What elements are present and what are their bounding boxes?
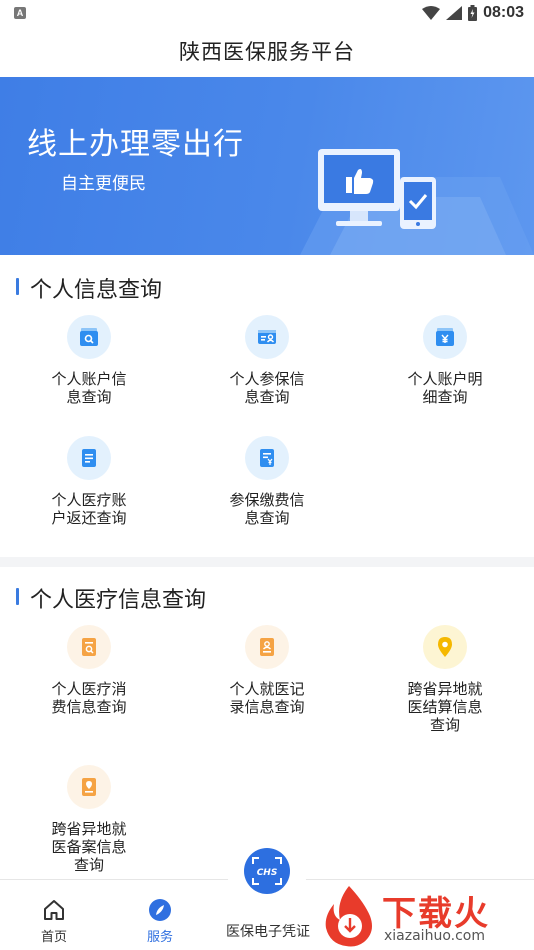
nav-home[interactable]: 首页	[4, 880, 104, 945]
receipt-search-icon	[67, 625, 111, 669]
location-document-icon	[67, 765, 111, 809]
chs-scan-icon: CHS	[252, 857, 282, 885]
nav-ecertificate-label[interactable]: 医保电子凭证	[218, 921, 318, 941]
section-accent-bar	[16, 278, 19, 295]
grid-item-label: 跨省异地就 医结算信息 查询	[407, 681, 483, 734]
compass-icon	[148, 898, 172, 922]
center-badge-text: CHS	[257, 868, 278, 878]
banner-subtitle: 自主更便民	[61, 174, 146, 193]
section-divider	[0, 557, 534, 567]
promo-banner[interactable]: 线上办理零出行 自主更便民	[0, 77, 534, 255]
grid-item-label: 参保缴费信 息查询	[229, 492, 305, 527]
signal-icon	[446, 6, 463, 20]
grid-item-account-info[interactable]: 个人账户信 息查询	[0, 315, 178, 407]
grid-item-account-detail[interactable]: 个人账户明 细查询	[356, 315, 534, 407]
flame-logo-icon	[325, 886, 372, 947]
grid-item-cross-province-filing[interactable]: 跨省异地就 医备案信息 查询	[0, 765, 178, 875]
grid-item-insurance-info[interactable]: 个人参保信 息查询	[178, 315, 356, 407]
document-list-icon	[67, 436, 111, 480]
watermark-logo: 下载火 xiazaihuo.com	[318, 880, 534, 950]
grid-item-visit-records[interactable]: 个人就医记 录信息查询	[178, 625, 356, 717]
grid-item-label: 个人医疗消 费信息查询	[51, 681, 127, 716]
status-time: 08:03	[483, 4, 524, 21]
battery-icon	[468, 5, 478, 21]
nav-home-label: 首页	[40, 929, 67, 944]
page-title: 陕西医保服务平台	[179, 41, 355, 64]
section-accent-bar	[16, 588, 19, 605]
section-medical-info-header: 个人医疗信息查询	[0, 576, 534, 616]
nav-service[interactable]: 服务	[110, 880, 210, 945]
grid-item-account-refund[interactable]: 个人医疗账 户返还查询	[0, 436, 178, 528]
grid-item-label: 跨省异地就 医备案信息 查询	[51, 821, 127, 874]
nav-service-label: 服务	[146, 929, 173, 944]
grid-item-medical-expense[interactable]: 个人医疗消 费信息查询	[0, 625, 178, 717]
id-card-icon	[245, 315, 289, 359]
watermark-url: xiazaihuo.com	[384, 928, 485, 944]
notification-icon: A	[14, 7, 26, 19]
status-bar: A 08:03	[0, 0, 534, 28]
grid-item-label: 个人账户明 细查询	[407, 371, 483, 406]
wifi-icon	[422, 6, 441, 20]
grid-item-label: 个人参保信 息查询	[229, 371, 305, 406]
wallet-search-icon	[67, 315, 111, 359]
grid-item-label: 个人账户信 息查询	[51, 371, 127, 406]
grid-item-cross-province-settlement[interactable]: 跨省异地就 医结算信息 查询	[356, 625, 534, 735]
grid-item-payment-info[interactable]: 参保缴费信 息查询	[178, 436, 356, 528]
yuan-wallet-icon	[423, 315, 467, 359]
payment-document-icon	[245, 436, 289, 480]
location-pin-icon	[423, 625, 467, 669]
computer-thumbs-up-illustration	[300, 149, 534, 255]
banner-title: 线上办理零出行	[27, 128, 244, 161]
medical-ecertificate-button[interactable]: CHS	[244, 848, 290, 894]
section-title: 个人医疗信息查询	[30, 587, 207, 612]
status-indicators: 08:03	[422, 4, 524, 22]
section-personal-info-header: 个人信息查询	[0, 266, 534, 306]
section-title: 个人信息查询	[30, 277, 163, 302]
grid-item-label: 个人医疗账 户返还查询	[51, 492, 127, 527]
home-icon	[42, 898, 66, 922]
patient-record-icon	[245, 625, 289, 669]
grid-item-label: 个人就医记 录信息查询	[229, 681, 305, 716]
